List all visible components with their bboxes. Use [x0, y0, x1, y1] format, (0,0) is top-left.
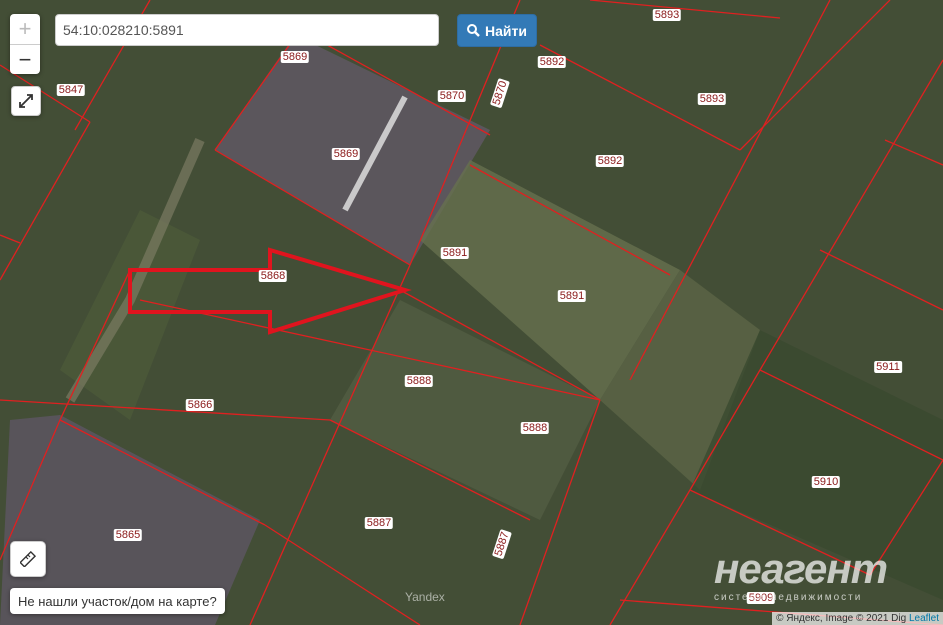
measure-button[interactable] — [10, 541, 46, 577]
parcel-label[interactable]: 5847 — [56, 84, 86, 96]
zoom-control: + − — [10, 14, 40, 74]
parcel-label[interactable]: 5891 — [557, 290, 587, 302]
search-button[interactable]: Найти — [457, 14, 537, 47]
parcel-label[interactable]: 5888 — [520, 422, 550, 434]
parcel-label[interactable]: 5910 — [811, 476, 841, 488]
parcel-label[interactable]: 5892 — [537, 56, 567, 68]
fullscreen-button[interactable] — [11, 86, 41, 116]
ruler-icon — [20, 551, 36, 567]
watermark-logo: неагент система недвижимости — [714, 545, 888, 604]
parcel-label[interactable]: 5893 — [652, 9, 682, 21]
leaflet-link[interactable]: Leaflet — [909, 613, 939, 624]
search-icon — [467, 24, 480, 37]
not-found-button[interactable]: Не нашли участок/дом на карте? — [10, 588, 225, 614]
expand-icon — [19, 94, 33, 108]
search-input[interactable] — [55, 14, 439, 46]
satellite-map[interactable]: 5847 5869 5870 5870 5892 5893 5893 5869 … — [0, 0, 943, 625]
map-attribution: © Яндекс, Image © 2021 Dig Leaflet — [772, 612, 943, 625]
parcel-label[interactable]: 5911 — [874, 361, 902, 373]
parcel-label[interactable]: 5870 — [437, 90, 467, 102]
yandex-attribution: © Яндекс, Image © 2021 Dig — [776, 613, 907, 624]
parcel-label[interactable]: 5888 — [404, 375, 434, 387]
zoom-out-button[interactable]: − — [10, 45, 40, 74]
provider-mark: Yandex — [405, 590, 445, 604]
watermark-title: неагент — [714, 545, 888, 592]
parcel-label[interactable]: 5869 — [280, 51, 310, 63]
parcel-label[interactable]: 5865 — [113, 529, 143, 541]
parcel-label[interactable]: 5892 — [595, 155, 625, 167]
parcel-label[interactable]: 5869 — [331, 148, 361, 160]
watermark-subtitle: система недвижимости — [714, 592, 863, 603]
parcel-label[interactable]: 5891 — [440, 247, 470, 259]
zoom-in-button[interactable]: + — [10, 14, 40, 45]
search-button-label: Найти — [485, 22, 527, 39]
parcel-label[interactable]: 5887 — [364, 517, 394, 529]
parcel-label[interactable]: 5868 — [258, 270, 288, 282]
parcel-label[interactable]: 5893 — [697, 93, 727, 105]
parcel-label[interactable]: 5866 — [185, 399, 215, 411]
